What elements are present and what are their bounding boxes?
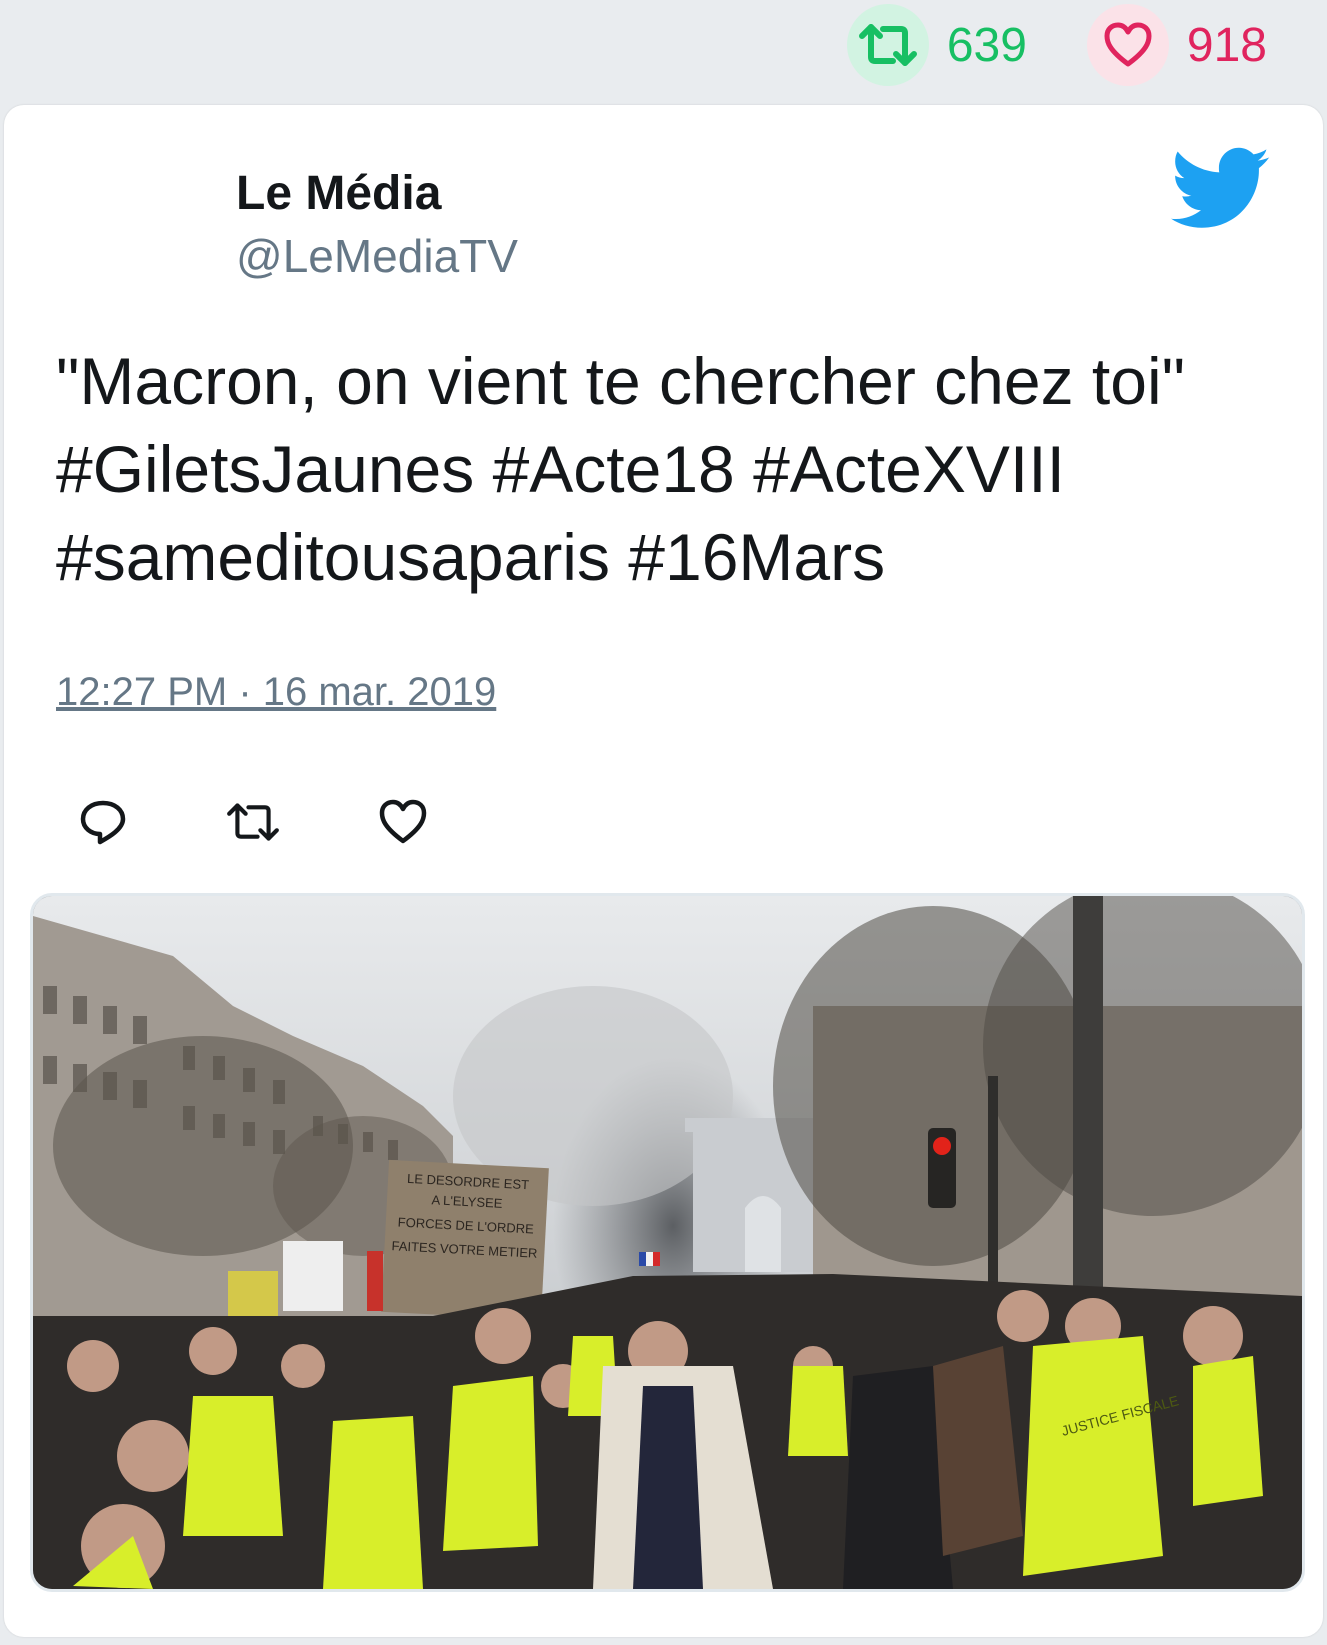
tweet-card: Le Média @LeMediaTV "Macron, on vient te… <box>4 105 1323 1637</box>
arch-opening <box>745 1196 781 1272</box>
traffic-light-red <box>933 1137 951 1155</box>
flag-white <box>283 1241 343 1311</box>
tweet-actions <box>74 793 524 851</box>
like-count-stat[interactable]: 918 <box>1086 4 1267 86</box>
tweet-author[interactable]: Le Média @LeMediaTV <box>236 163 518 287</box>
reply-icon[interactable] <box>74 793 132 851</box>
tweet-text-line: "Macron, on vient te chercher chez toi" <box>56 344 1186 418</box>
retweet-count: 639 <box>946 18 1027 72</box>
retweet-count-stat[interactable]: 639 <box>846 4 1027 86</box>
tweet-stats: 639 918 <box>846 0 1327 90</box>
heart-icon <box>1086 4 1169 86</box>
retweet-icon[interactable] <box>224 793 282 851</box>
tweet-text: "Macron, on vient te chercher chez toi" … <box>56 337 1286 601</box>
protest-sign: LE DESORDRE EST A L'ELYSEE FORCES DE L'O… <box>381 1159 549 1321</box>
author-name[interactable]: Le Média <box>236 163 518 225</box>
tweet-timestamp[interactable]: 12:27 PM · 16 mar. 2019 <box>56 670 496 715</box>
retweet-icon <box>846 4 929 86</box>
flag-red <box>367 1251 383 1311</box>
like-count: 918 <box>1186 18 1267 72</box>
flag-yellow <box>228 1271 278 1316</box>
author-handle[interactable]: @LeMediaTV <box>236 225 518 287</box>
tweet-media-photo[interactable]: LE DESORDRE EST A L'ELYSEE FORCES DE L'O… <box>30 893 1305 1592</box>
tweet-text-line[interactable]: #GiletsJaunes #Acte18 #ActeXVIII <box>56 425 1286 513</box>
french-flag <box>639 1252 660 1266</box>
tweet-text-line[interactable]: #sameditousaparis #16Mars <box>56 513 1286 601</box>
twitter-bird-icon[interactable] <box>1171 145 1271 233</box>
heart-icon[interactable] <box>374 793 432 851</box>
